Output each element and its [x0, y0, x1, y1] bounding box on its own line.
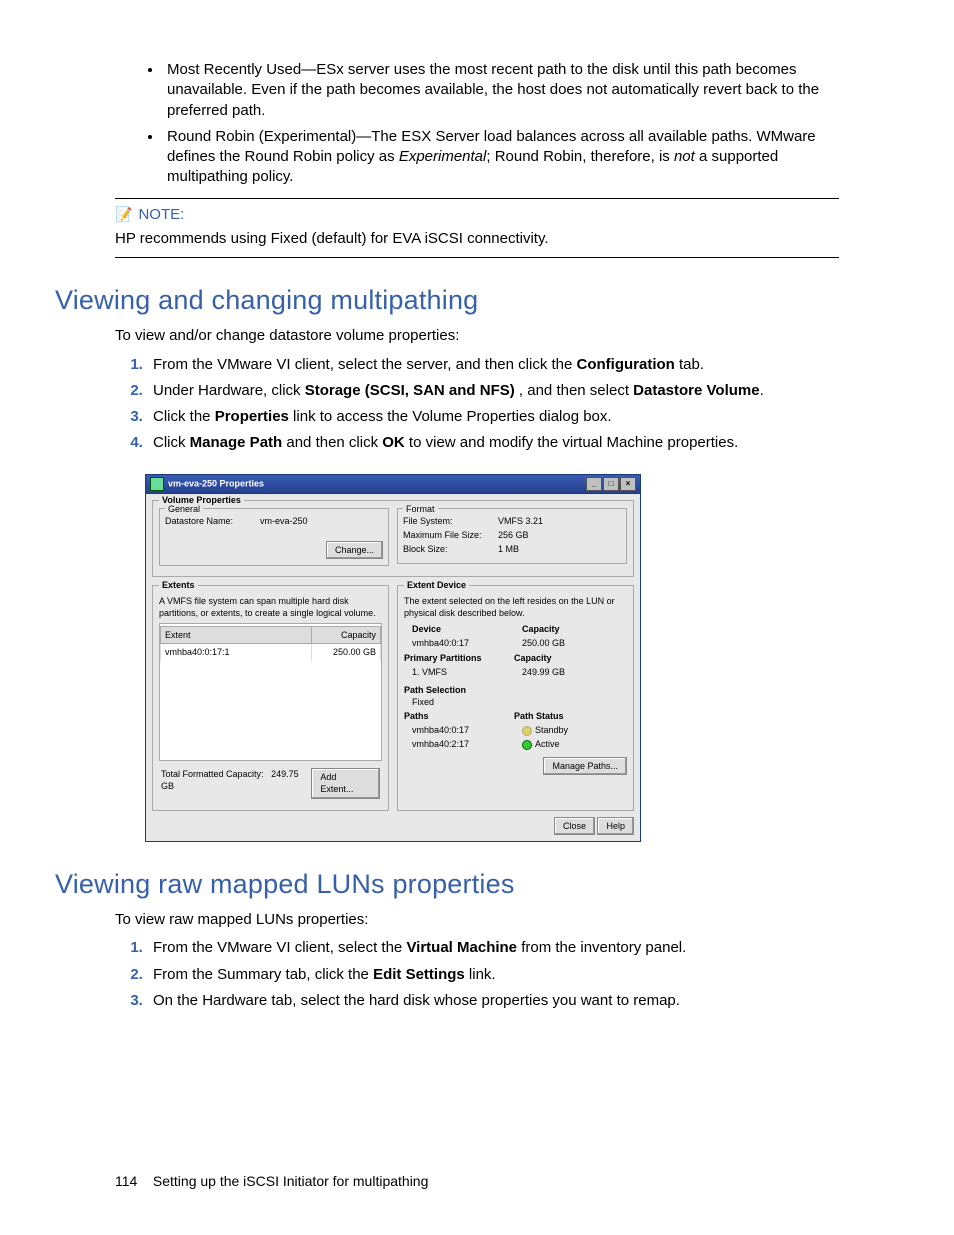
format-label: Format [403, 503, 438, 515]
extent-device-group: Extent Device The extent selected on the… [397, 585, 634, 811]
manage-paths-button[interactable]: Manage Paths... [543, 757, 627, 775]
lun-step-3: On the Hardware tab, select the hard dis… [147, 991, 839, 1011]
format-subgroup: Format File System:VMFS 3.21 Maximum Fil… [397, 508, 627, 564]
step-2: Under Hardware, click Storage (SCSI, SAN… [147, 381, 839, 401]
path-selection-header: Path Selection [404, 684, 627, 696]
change-button[interactable]: Change... [326, 541, 383, 559]
step-1: From the VMware VI client, select the se… [147, 355, 839, 375]
page-number: 114 [115, 1173, 137, 1189]
lun-step-1: From the VMware VI client, select the Vi… [147, 938, 839, 958]
device-name: vmhba40:0:17 [412, 637, 522, 649]
window-buttons: _□× [585, 477, 636, 491]
step-3: Click the Properties link to access the … [147, 407, 839, 427]
dialog-body: Volume Properties General Datastore Name… [146, 494, 640, 841]
intro-bullets: Most Recently Used—ESx server uses the m… [115, 60, 839, 188]
lun-step-2: From the Summary tab, click the Edit Set… [147, 965, 839, 985]
maximize-button[interactable]: □ [603, 477, 619, 491]
dialog-title-text: vm-eva-250 Properties [168, 478, 264, 488]
extents-label: Extents [159, 579, 198, 591]
datastore-name-value: vm-eva-250 [260, 515, 383, 527]
capacity-header: Capacity [522, 623, 560, 635]
heading-viewing-multipathing: Viewing and changing multipathing [55, 282, 839, 318]
properties-dialog-figure: vm-eva-250 Properties _□× Volume Propert… [145, 474, 839, 842]
extent-row[interactable]: vmhba40:0:17:1250.00 GB [161, 644, 381, 661]
section1-steps: From the VMware VI client, select the se… [115, 355, 839, 454]
extent-device-label: Extent Device [404, 579, 469, 591]
general-label: General [165, 503, 203, 515]
help-button[interactable]: Help [597, 817, 634, 835]
page-footer: 114 Setting up the iSCSI Initiator for m… [115, 1172, 839, 1191]
dialog-app-icon [150, 477, 164, 491]
general-subgroup: General Datastore Name:vm-eva-250 Change… [159, 508, 389, 566]
bullet-mru: Most Recently Used—ESx server uses the m… [163, 60, 839, 121]
rule-bottom [115, 257, 839, 258]
close-window-button[interactable]: × [620, 477, 636, 491]
footer-text: Setting up the iSCSI Initiator for multi… [153, 1173, 428, 1189]
path-2: vmhba40:2:17 [412, 738, 522, 750]
note-header: 📝 NOTE: [115, 205, 839, 225]
dialog-titlebar: vm-eva-250 Properties _□× [146, 475, 640, 494]
note-text: HP recommends using Fixed (default) for … [115, 229, 839, 249]
col-capacity: Capacity [312, 627, 381, 644]
filesystem-label: File System: [403, 515, 498, 527]
add-extent-button[interactable]: Add Extent... [311, 768, 380, 798]
total-capacity-label: Total Formatted Capacity: [161, 769, 264, 779]
primary-partitions-header: Primary Partitions [404, 652, 514, 664]
note-label: NOTE: [138, 205, 184, 225]
paths-header: Paths [404, 710, 514, 722]
section2-intro: To view raw mapped LUNs properties: [115, 910, 839, 930]
blocksize-value: 1 MB [498, 543, 621, 555]
rule-top [115, 198, 839, 199]
extents-desc: A VMFS file system can span multiple har… [159, 595, 382, 619]
device-capacity: 250.00 GB [522, 637, 565, 649]
section2-steps: From the VMware VI client, select the Vi… [115, 938, 839, 1011]
extents-table[interactable]: ExtentCapacity vmhba40:0:17:1250.00 GB [159, 623, 382, 761]
col-extent: Extent [161, 627, 312, 644]
close-button[interactable]: Close [554, 817, 595, 835]
standby-icon [522, 726, 532, 736]
device-header: Device [412, 623, 522, 635]
datastore-name-label: Datastore Name: [165, 515, 260, 527]
bullet-rr: Round Robin (Experimental)—The ESX Serve… [163, 127, 839, 188]
maxfilesize-label: Maximum File Size: [403, 529, 498, 541]
path-1: vmhba40:0:17 [412, 724, 522, 736]
filesystem-value: VMFS 3.21 [498, 515, 621, 527]
document-page: Most Recently Used—ESx server uses the m… [0, 0, 954, 1235]
path-status-header: Path Status [514, 710, 564, 722]
minimize-button[interactable]: _ [586, 477, 602, 491]
heading-raw-luns: Viewing raw mapped LUNs properties [55, 866, 839, 902]
properties-dialog: vm-eva-250 Properties _□× Volume Propert… [145, 474, 641, 842]
note-icon: 📝 [115, 205, 132, 224]
step-4: Click Manage Path and then click OK to v… [147, 433, 839, 453]
maxfilesize-value: 256 GB [498, 529, 621, 541]
volume-properties-group: Volume Properties General Datastore Name… [152, 500, 634, 577]
section1-intro: To view and/or change datastore volume p… [115, 326, 839, 346]
blocksize-label: Block Size: [403, 543, 498, 555]
extents-group: Extents A VMFS file system can span mult… [152, 585, 389, 811]
path-selection-value: Fixed [412, 696, 627, 708]
partition-row: 1. VMFS [412, 666, 522, 678]
active-icon [520, 738, 534, 752]
extent-device-desc: The extent selected on the left resides … [404, 595, 627, 619]
